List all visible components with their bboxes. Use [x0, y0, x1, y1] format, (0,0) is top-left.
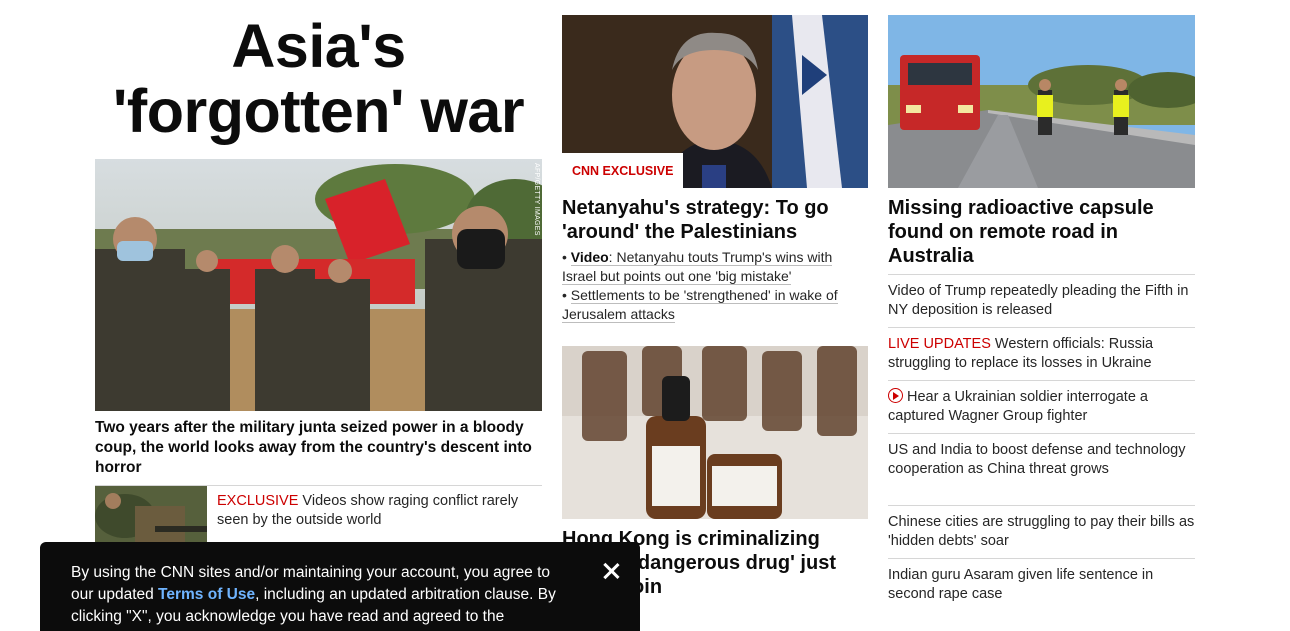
- terms-of-use-link[interactable]: Terms of Use: [158, 586, 255, 603]
- fire-truck-road-image[interactable]: [888, 15, 1195, 188]
- terms-consent-banner: By using the CNN sites and/or maintainin…: [40, 542, 640, 631]
- list-item[interactable]: Indian guru Asaram given life sentence i…: [888, 566, 1195, 604]
- netanyahu-headline[interactable]: Netanyahu's strategy: To go 'around' the…: [562, 196, 868, 244]
- video-label: Video: [570, 249, 609, 265]
- divider: [888, 505, 1195, 506]
- list-item[interactable]: Video of Trump repeatedly pleading the F…: [888, 282, 1195, 320]
- cbd-bottles-image[interactable]: [562, 346, 868, 519]
- hero-caption-link[interactable]: Two years after the military junta seize…: [95, 418, 535, 478]
- list-item[interactable]: Chinese cities are struggling to pay the…: [888, 513, 1195, 551]
- divider: [888, 274, 1195, 275]
- divider: [888, 327, 1195, 328]
- list-item-text: Hear a Ukrainian soldier interrogate a c…: [888, 389, 1148, 424]
- bullet-netanyahu-video[interactable]: • Video: Netanyahu touts Trump's wins wi…: [562, 248, 862, 286]
- list-item[interactable]: LIVE UPDATES Western officials: Russia s…: [888, 335, 1195, 373]
- list-item[interactable]: Hear a Ukrainian soldier interrogate a c…: [888, 388, 1195, 426]
- sub-story-link[interactable]: EXCLUSIVE Videos show raging conflict ra…: [217, 492, 537, 530]
- divider: [888, 380, 1195, 381]
- sub-story-thumbnail[interactable]: [95, 486, 207, 546]
- cnn-exclusive-badge: CNN EXCLUSIVE: [562, 153, 684, 188]
- divider: [888, 433, 1195, 434]
- close-icon[interactable]: [596, 556, 626, 586]
- photo-credit: AFP/GETTY IMAGES: [533, 163, 540, 236]
- bullet-settlements[interactable]: • Settlements to be 'strengthened' in wa…: [562, 286, 862, 324]
- bullet-text: Settlements to be 'strengthened' in wake…: [562, 287, 838, 323]
- divider: [888, 558, 1195, 559]
- netanyahu-image[interactable]: CNN EXCLUSIVE: [562, 15, 868, 188]
- play-icon: [888, 388, 903, 403]
- list-item[interactable]: US and India to boost defense and techno…: [888, 441, 1195, 479]
- hero-image-myanmar-protest[interactable]: AFP/GETTY IMAGES: [95, 159, 542, 411]
- exclusive-tag: EXCLUSIVE: [217, 493, 299, 509]
- live-updates-tag: LIVE UPDATES: [888, 336, 991, 352]
- main-headline[interactable]: Asia's 'forgotten' war: [95, 14, 542, 144]
- radioactive-capsule-headline[interactable]: Missing radioactive capsule found on rem…: [888, 196, 1195, 268]
